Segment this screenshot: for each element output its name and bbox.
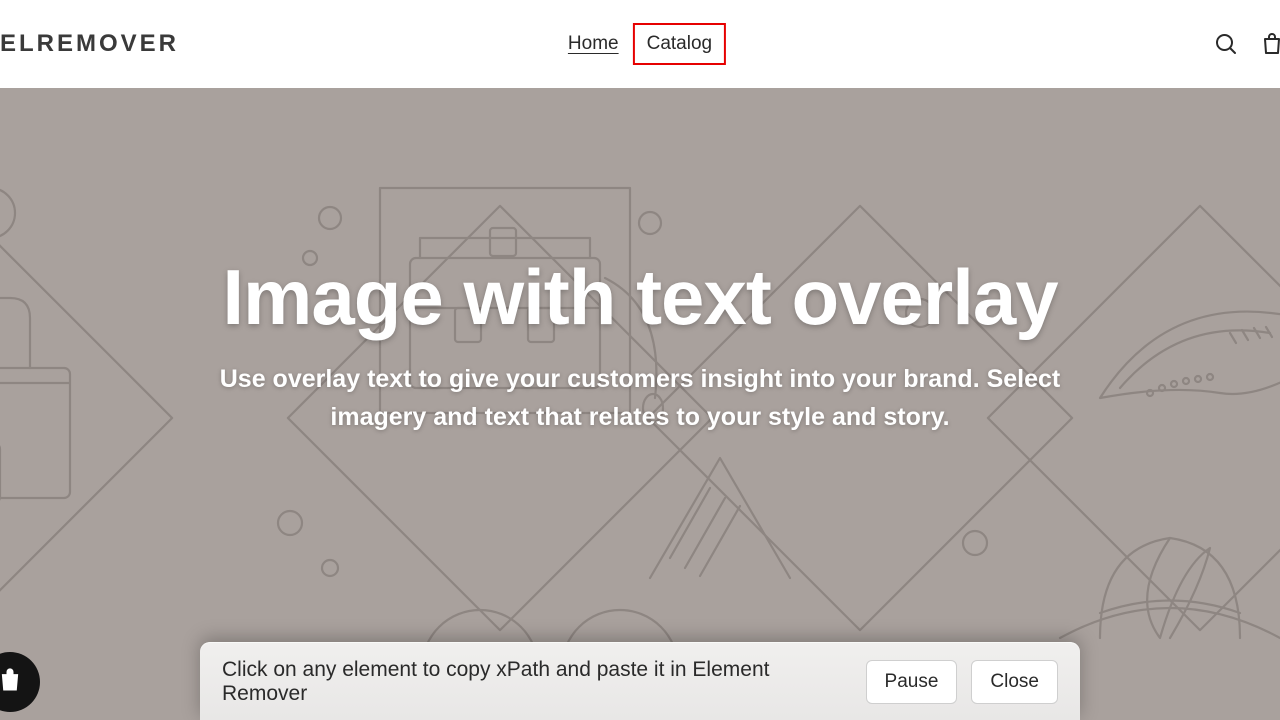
cart-icon[interactable]: [1258, 30, 1280, 58]
nav-catalog[interactable]: Catalog: [633, 23, 727, 65]
hero-title: Image with text overlay: [200, 252, 1080, 343]
hero-section: Image with text overlay Use overlay text…: [0, 88, 1280, 720]
site-logo[interactable]: ELREMOVER: [0, 30, 179, 58]
hero-content: Image with text overlay Use overlay text…: [160, 252, 1120, 436]
site-header: ELREMOVER Home Catalog: [0, 0, 1280, 88]
close-button[interactable]: Close: [971, 660, 1058, 704]
primary-nav: Home Catalog: [554, 23, 726, 65]
header-actions: [1212, 30, 1280, 58]
element-remover-toolbar: Click on any element to copy xPath and p…: [200, 642, 1080, 720]
store-bag-icon: [0, 666, 24, 699]
pause-button[interactable]: Pause: [866, 660, 958, 704]
hero-subtitle: Use overlay text to give your customers …: [200, 361, 1080, 436]
nav-home[interactable]: Home: [554, 23, 633, 65]
toolbar-message: Click on any element to copy xPath and p…: [222, 658, 852, 706]
search-icon[interactable]: [1212, 30, 1240, 58]
